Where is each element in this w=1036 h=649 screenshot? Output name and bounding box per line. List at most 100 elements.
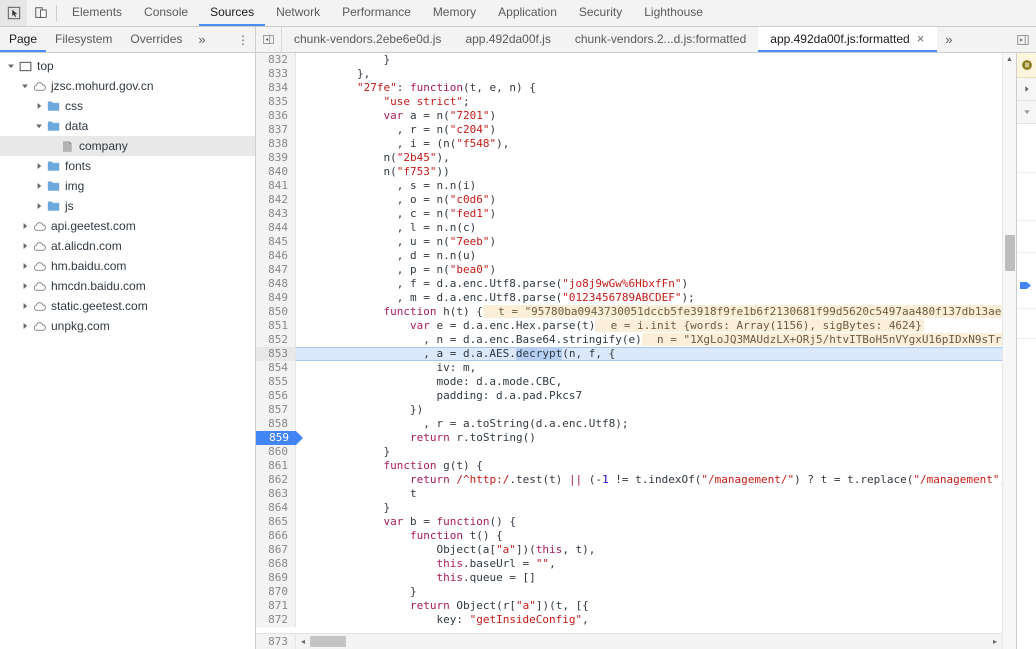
code-line-content[interactable]: , p = n("bea0") xyxy=(296,263,1002,277)
line-number[interactable]: 862 xyxy=(256,473,296,487)
chevron-down-icon[interactable] xyxy=(1017,101,1036,124)
line-number[interactable]: 832 xyxy=(256,53,296,67)
navigator-menu-icon[interactable]: ⋮ xyxy=(233,27,253,52)
chevron-down-icon[interactable] xyxy=(18,82,31,90)
vertical-scrollbar[interactable]: ▲ xyxy=(1002,53,1016,649)
code-line-content[interactable]: , m = d.a.enc.Utf8.parse("0123456789ABCD… xyxy=(296,291,1002,305)
chevron-right-icon[interactable] xyxy=(18,322,31,330)
horizontal-scrollbar-thumb[interactable] xyxy=(310,636,346,647)
line-number[interactable]: 856 xyxy=(256,389,296,403)
code-line-content[interactable]: return Object(r["a"])(t, [{ xyxy=(296,599,1002,613)
line-number[interactable]: 836 xyxy=(256,109,296,123)
tree-item-fonts[interactable]: fonts xyxy=(0,156,255,176)
code-line-content[interactable]: } xyxy=(296,501,1002,515)
code-line-content[interactable]: } xyxy=(296,445,1002,459)
nav-tab-filesystem[interactable]: Filesystem xyxy=(46,27,121,52)
code-line-content[interactable]: , a = d.a.AES.decrypt(n, f, { xyxy=(296,347,1002,361)
code-line-content[interactable]: , s = n.n(i) xyxy=(296,179,1002,193)
line-number[interactable]: 853 xyxy=(256,347,296,361)
line-number[interactable]: 851 xyxy=(256,319,296,333)
code-line-content[interactable]: , n = d.a.enc.Base64.stringify(e) n = "1… xyxy=(296,333,1002,347)
code-line-content[interactable]: , o = n("c0d6") xyxy=(296,193,1002,207)
show-navigator-icon[interactable] xyxy=(256,27,282,52)
editor-tab-chunk-vendors[interactable]: chunk-vendors.2ebe6e0d.js xyxy=(282,27,453,52)
tab-lighthouse[interactable]: Lighthouse xyxy=(633,0,714,26)
code-line-content[interactable]: , l = n.n(c) xyxy=(296,221,1002,235)
chevron-right-icon[interactable] xyxy=(18,262,31,270)
code-line-content[interactable]: var a = n("7201") xyxy=(296,109,1002,123)
tab-network[interactable]: Network xyxy=(265,0,331,26)
code-line-content[interactable]: } xyxy=(296,53,1002,67)
code-line-content[interactable]: } xyxy=(296,585,1002,599)
code-line-content[interactable]: }) xyxy=(296,403,1002,417)
tree-item-api-geetest-com[interactable]: api.geetest.com xyxy=(0,216,255,236)
inspect-element-icon[interactable] xyxy=(0,0,27,26)
tree-item-js[interactable]: js xyxy=(0,196,255,216)
code-line-content[interactable]: this.baseUrl = "", xyxy=(296,557,1002,571)
code-line-content[interactable]: "use strict"; xyxy=(296,95,1002,109)
chevron-right-icon[interactable] xyxy=(1017,78,1036,101)
code-line-content[interactable]: this.queue = [] xyxy=(296,571,1002,585)
code-line-content[interactable]: , d = n.n(u) xyxy=(296,249,1002,263)
code-line-content[interactable]: n("f753")) xyxy=(296,165,1002,179)
editor-tab-chunk-vendors-formatted[interactable]: chunk-vendors.2...d.js:formatted xyxy=(563,27,758,52)
scroll-left-icon[interactable]: ◂ xyxy=(296,637,310,646)
tab-application[interactable]: Application xyxy=(487,0,568,26)
line-number[interactable]: 840 xyxy=(256,165,296,179)
line-number[interactable]: 865 xyxy=(256,515,296,529)
tab-console[interactable]: Console xyxy=(133,0,199,26)
tab-security[interactable]: Security xyxy=(568,0,633,26)
tab-memory[interactable]: Memory xyxy=(422,0,487,26)
line-number[interactable]: 868 xyxy=(256,557,296,571)
code-line-content[interactable]: , r = n("c204") xyxy=(296,123,1002,137)
tab-elements[interactable]: Elements xyxy=(61,0,133,26)
line-number[interactable]: 838 xyxy=(256,137,296,151)
chevron-right-icon[interactable] xyxy=(18,282,31,290)
code-line-content[interactable]: var b = function() { xyxy=(296,515,1002,529)
code-line-content[interactable]: function t() { xyxy=(296,529,1002,543)
editor-tab-app-js-formatted[interactable]: app.492da00f.js:formatted × xyxy=(758,27,938,52)
code-line-content[interactable]: t xyxy=(296,487,1002,501)
breakpoint-arrow-icon[interactable] xyxy=(1020,281,1031,290)
line-number[interactable]: 844 xyxy=(256,221,296,235)
tab-sources[interactable]: Sources xyxy=(199,0,266,26)
code-line-content[interactable]: Object(a["a"])(this, t), xyxy=(296,543,1002,557)
code-line-content[interactable]: , c = n("fed1") xyxy=(296,207,1002,221)
line-number[interactable]: 863 xyxy=(256,487,296,501)
code-line-content[interactable]: function h(t) { t = "95780ba0943730051dc… xyxy=(296,305,1002,319)
line-number[interactable]: 854 xyxy=(256,361,296,375)
chevron-right-icon[interactable] xyxy=(18,242,31,250)
code-viewport[interactable]: 832 } 833 }, 834 "27fe": function(t, e, n)… xyxy=(256,53,1002,633)
line-number[interactable]: 871 xyxy=(256,599,296,613)
line-number[interactable]: 867 xyxy=(256,543,296,557)
line-number[interactable]: 835 xyxy=(256,95,296,109)
line-number[interactable]: 839 xyxy=(256,151,296,165)
chevron-right-icon[interactable] xyxy=(32,162,45,170)
tree-item-at-alicdn-com[interactable]: at.alicdn.com xyxy=(0,236,255,256)
tab-performance[interactable]: Performance xyxy=(331,0,422,26)
chevron-down-icon[interactable] xyxy=(4,62,17,70)
code-line-content[interactable]: , i = (n("f548"), xyxy=(296,137,1002,151)
line-number[interactable]: 834 xyxy=(256,81,296,95)
code-line-content[interactable]: return /^http:/.test(t) || (-1 != t.inde… xyxy=(296,473,1002,487)
tree-item-hmcdn-baidu-com[interactable]: hmcdn.baidu.com xyxy=(0,276,255,296)
line-number[interactable]: 870 xyxy=(256,585,296,599)
breakpoint-gutter-marker[interactable]: 859 xyxy=(256,431,303,445)
line-number[interactable]: 846 xyxy=(256,249,296,263)
code-line-content[interactable]: function g(t) { xyxy=(296,459,1002,473)
line-number[interactable]: 866 xyxy=(256,529,296,543)
chevron-right-icon[interactable] xyxy=(18,222,31,230)
code-line-content[interactable]: iv: m, xyxy=(296,361,1002,375)
line-number[interactable]: 850 xyxy=(256,305,296,319)
scroll-up-icon[interactable]: ▲ xyxy=(1003,53,1016,66)
scroll-right-icon[interactable]: ▸ xyxy=(988,637,1002,646)
line-number[interactable]: 841 xyxy=(256,179,296,193)
line-number[interactable]: 833 xyxy=(256,67,296,81)
code-line-content[interactable]: , f = d.a.enc.Utf8.parse("jo8j9wGw%6Hbxf… xyxy=(296,277,1002,291)
chevron-right-icon[interactable] xyxy=(32,202,45,210)
tree-item-hm-baidu-com[interactable]: hm.baidu.com xyxy=(0,256,255,276)
code-line-content[interactable]: padding: d.a.pad.Pkcs7 xyxy=(296,389,1002,403)
tree-item-img[interactable]: img xyxy=(0,176,255,196)
device-toolbar-icon[interactable] xyxy=(27,0,54,26)
line-number[interactable]: 847 xyxy=(256,263,296,277)
